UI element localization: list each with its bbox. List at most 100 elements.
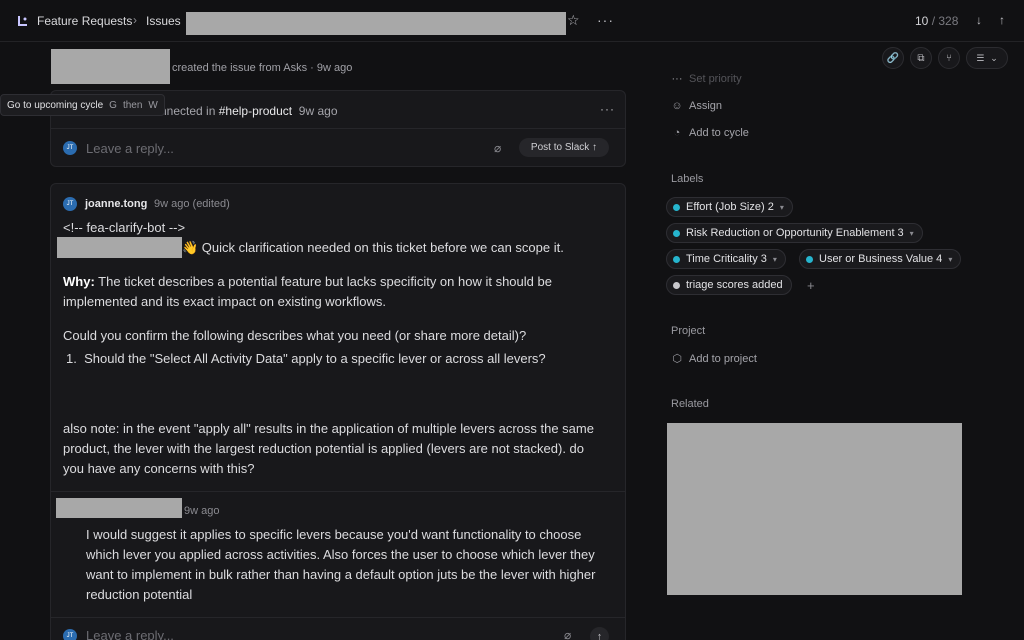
tooltip-key-w: W [148, 99, 158, 111]
breadcrumb-feature-requests[interactable]: Feature Requests [37, 14, 132, 28]
labels-title: Labels [671, 173, 704, 185]
top-bar: Feature Requests › Issues ☆ ··· 10 / 328… [0, 0, 1024, 42]
list-number: 1. [66, 351, 77, 366]
label-dot-icon [673, 255, 680, 263]
reply-line-1: I would suggest it applies to specific l… [86, 527, 582, 542]
project-cube-icon: ⬡ [672, 353, 682, 365]
reply-time: 9w ago [184, 505, 220, 517]
counter-current: 10 [915, 14, 929, 28]
chevron-down-icon: ▾ [772, 254, 777, 264]
reply-line-3: want to implement in bulk rather than ha… [86, 567, 596, 582]
set-priority-button[interactable]: ··· Set priority [671, 73, 742, 85]
label-dot-icon [806, 255, 813, 263]
reply-attach-icon[interactable]: ⌀ [564, 628, 571, 640]
add-project-label: Add to project [689, 352, 757, 365]
label-text: triage scores added [686, 279, 783, 291]
issue-more-options-icon[interactable]: ··· [597, 12, 614, 28]
tooltip-key-g: G [109, 99, 117, 111]
label-text: Risk Reduction or Opportunity Enablement… [686, 227, 904, 239]
add-to-project-button[interactable]: ⬡ Add to project [671, 352, 757, 366]
redacted-creator [51, 49, 170, 84]
issue-actions: 🔗 ⧉ ⑂ ☰ ⌄ [882, 47, 1008, 69]
created-activity-text: created the issue from Asks · 9w ago [172, 62, 353, 74]
copy-link-icon[interactable]: 🔗 [882, 47, 904, 69]
slack-channel-link[interactable]: #help-product [219, 104, 292, 118]
why-label: Why: [63, 274, 95, 289]
label-dot-icon [673, 281, 680, 289]
confirm-text: Could you confirm the following describe… [63, 328, 527, 343]
label-text: Effort (Job Size) 2 [686, 201, 774, 213]
related-title: Related [671, 398, 709, 410]
project-title: Project [671, 325, 706, 337]
why-text: The ticket describes a potential feature… [94, 274, 552, 289]
thread-more-options-icon[interactable]: ··· [600, 102, 615, 116]
list-item: 1. Should the "Select All Activity Data"… [66, 351, 546, 366]
post-to-slack-button[interactable]: Post to Slack ↑ [519, 138, 609, 157]
workspace-logo-icon[interactable] [16, 14, 30, 28]
next-issue-arrow-icon[interactable]: ↓ [976, 13, 982, 27]
label-time-criticality[interactable]: Time Criticality 3 ▾ [666, 249, 786, 269]
chevron-down-icon: ▾ [779, 202, 784, 212]
copy-id-icon[interactable]: ⧉ [910, 47, 932, 69]
label-text: User or Business Value 4 [819, 253, 943, 265]
tooltip-label: Go to upcoming cycle [7, 99, 104, 111]
reply-line-2: which lever you applied across activitie… [86, 547, 595, 562]
note-line-2: product, the lever with the largest redu… [63, 441, 585, 456]
assign-label: Assign [689, 100, 723, 112]
label-effort[interactable]: Effort (Job Size) 2 ▾ [666, 197, 793, 217]
list-item-text: Should the "Select All Activity Data" ap… [84, 351, 546, 366]
avatar: JT [63, 141, 77, 155]
counter-total: / 328 [931, 14, 959, 28]
label-risk-reduction[interactable]: Risk Reduction or Opportunity Enablement… [666, 223, 923, 243]
add-label-icon[interactable]: + [807, 278, 815, 293]
thread-divider [51, 128, 625, 129]
post-slack-label: Post to Slack [530, 142, 590, 153]
add-to-cycle-button[interactable]: ◔ Add to cycle [671, 127, 749, 139]
reply-input-divider [51, 617, 625, 618]
reply-line-4: reduction potential [86, 587, 193, 602]
assignee-icon: ☺ [671, 100, 683, 112]
comment-meta: 9w ago (edited) [154, 198, 230, 210]
clarification-text: 👋 Quick clarification needed on this tic… [182, 240, 564, 255]
redacted-mention [57, 237, 182, 258]
comment-reply-input[interactable]: Leave a reply... [86, 628, 174, 640]
slack-time: 9w ago [298, 104, 338, 118]
redacted-replier [56, 498, 182, 518]
note-line-1: also note: in the event "apply all" resu… [63, 421, 594, 436]
label-dot-icon [673, 229, 680, 237]
comment-avatar: JT [63, 197, 77, 211]
subscribe-button[interactable]: ☰ ⌄ [966, 47, 1008, 69]
cycle-icon: ◔ [673, 127, 681, 139]
chevron-down-icon: ▾ [909, 228, 914, 238]
tooltip-then: then [122, 99, 143, 111]
label-user-value[interactable]: User or Business Value 4 ▾ [799, 249, 962, 269]
breadcrumb-issues[interactable]: Issues [146, 14, 181, 28]
previous-issue-arrow-icon[interactable]: ↑ [999, 13, 1005, 27]
chevron-down-icon: ▾ [948, 254, 953, 264]
redacted-related-issues [667, 423, 962, 595]
attach-icon[interactable]: ⌀ [494, 141, 501, 155]
comment-author[interactable]: joanne.tong [85, 198, 147, 210]
label-text: Time Criticality 3 [686, 253, 767, 265]
slack-prefix: nnected in [160, 104, 216, 118]
branch-icon[interactable]: ⑂ [938, 47, 960, 69]
slack-connected-text: nnected in #help-product 9w ago [160, 104, 338, 118]
issue-counter: 10 / 328 [915, 14, 958, 28]
shortcut-tooltip: Go to upcoming cycle G then W [0, 94, 165, 116]
bot-marker-text: <!-- fea-clarify-bot --> [63, 220, 186, 235]
redacted-issue-title [186, 12, 566, 35]
note-line-3: you have any concerns with this? [63, 461, 255, 476]
reply-divider [51, 491, 625, 492]
set-priority-label: Set priority [689, 73, 742, 85]
why-line-1: Why: The ticket describes a potential fe… [63, 272, 552, 292]
add-cycle-label: Add to cycle [689, 127, 749, 139]
label-triage-scores[interactable]: triage scores added [666, 275, 792, 295]
send-reply-button[interactable]: ↑ [590, 627, 609, 640]
reply-avatar: JT [63, 629, 77, 640]
breadcrumb-chevron-icon: › [133, 13, 137, 27]
label-dot-icon [673, 203, 680, 211]
slack-reply-input[interactable]: Leave a reply... [86, 141, 174, 156]
priority-icon: ··· [671, 73, 683, 85]
favorite-star-icon[interactable]: ☆ [567, 12, 580, 29]
assign-button[interactable]: ☺ Assign [671, 100, 722, 112]
